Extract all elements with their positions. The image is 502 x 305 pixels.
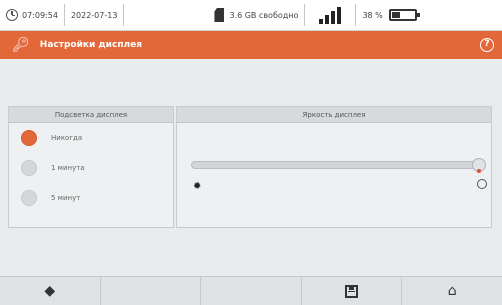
brightness-slider[interactable]	[191, 158, 486, 173]
backlight-panel: Подсветка дисплея Никогда 1 минута 5 мин…	[8, 106, 174, 228]
radio-label: 1 минута	[51, 164, 85, 172]
radio-label: Никогда	[51, 134, 83, 142]
battery-text: 38 %	[362, 10, 383, 20]
signal-icon	[319, 6, 342, 24]
wrench-icon: 🔑︎	[12, 37, 30, 53]
brightness-panel: Яркость дисплея ✹	[176, 106, 492, 228]
home-button[interactable]: ⌂	[402, 277, 502, 305]
date-cell: 2022-07-13	[65, 4, 125, 26]
bottom-toolbar: ◆ ⌂	[0, 276, 502, 305]
sd-card-icon	[214, 8, 225, 22]
back-arrow-icon: ◆	[44, 283, 56, 299]
empty-button-2[interactable]	[201, 277, 302, 305]
battery-fill	[391, 12, 400, 18]
radio-button[interactable]	[21, 130, 37, 146]
status-bar: 07:09:54 2022-07-13 3.6 GB свободно 38 %	[0, 0, 502, 31]
radio-button[interactable]	[21, 190, 37, 206]
status-date: 2022-07-13	[70, 10, 118, 20]
radio-option-5min[interactable]: 5 минут	[9, 183, 173, 213]
brightness-low-icon: ✹	[193, 181, 202, 192]
save-button[interactable]	[302, 277, 403, 305]
clock-icon	[6, 9, 18, 21]
page-title: Настройки дисплея	[39, 40, 143, 50]
empty-button-1[interactable]	[101, 277, 202, 305]
backlight-header: Подсветка дисплея	[9, 107, 173, 123]
radio-button[interactable]	[21, 160, 37, 176]
radio-label: 5 минут	[51, 194, 81, 202]
brightness-header: Яркость дисплея	[177, 107, 491, 123]
back-button[interactable]: ◆	[0, 277, 101, 305]
clock-cell: 07:09:54	[0, 4, 65, 26]
brightness-high-icon	[477, 179, 487, 189]
status-time: 07:09:54	[22, 10, 58, 20]
battery-icon	[388, 9, 420, 21]
slider-marker	[477, 169, 481, 173]
title-bar: 🔑︎ Настройки дисплея ?	[0, 31, 502, 59]
save-icon	[345, 284, 359, 298]
signal-cell	[305, 4, 357, 26]
help-icon[interactable]: ?	[480, 38, 494, 52]
home-icon: ⌂	[447, 283, 457, 299]
radio-option-never[interactable]: Никогда	[9, 123, 173, 153]
storage-cell: 3.6 GB свободно	[208, 4, 306, 26]
radio-option-1min[interactable]: 1 минута	[9, 153, 173, 183]
battery-cell: 38 %	[356, 4, 422, 26]
status-storage: 3.6 GB свободно	[229, 10, 299, 20]
